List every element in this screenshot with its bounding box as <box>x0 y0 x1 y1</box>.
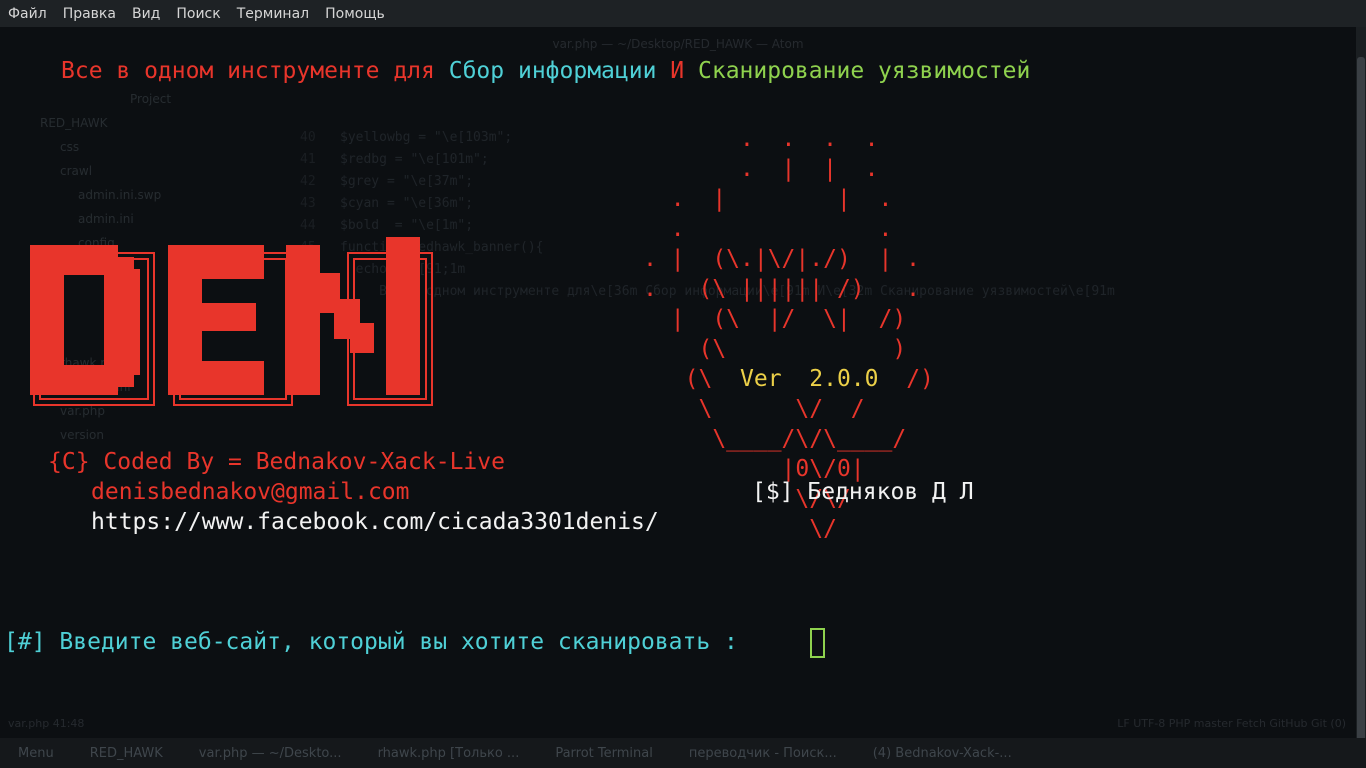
editor-window-title: var.php — ~/Desktop/RED_HAWK — Atom <box>552 37 804 51</box>
ascii-line: . | (\.|\/|./) | . <box>560 246 921 272</box>
tree-item: version <box>60 428 104 442</box>
taskbar-item[interactable]: (4) Bednakov-Xack-... <box>855 746 1030 761</box>
terminal-cursor[interactable] <box>810 628 825 658</box>
status-right: LF UTF-8 PHP master Fetch GitHub Git (0) <box>1117 717 1346 730</box>
taskbar: Menu RED_HAWK var.php — ~/Deskto... rhaw… <box>0 738 1366 768</box>
taskbar-item[interactable]: var.php — ~/Deskto... <box>181 746 360 761</box>
email-text: denisbednakov@gmail.com <box>91 479 410 505</box>
tree-item: admin.ini <box>78 212 134 226</box>
ascii-line: \____/\/\____/ <box>560 426 907 452</box>
taskbar-menu[interactable]: Menu <box>0 746 72 761</box>
ascii-line: . | | . <box>560 156 879 182</box>
terminal-scrollbar[interactable] <box>1356 27 1366 757</box>
banner-header: Все в одном инструменте для Сбор информа… <box>61 58 1031 84</box>
ascii-line: . | | . <box>560 186 893 212</box>
tree-item: css <box>60 140 80 154</box>
taskbar-item[interactable]: RED_HAWK <box>72 746 181 761</box>
scan-prompt: [#] Введите веб-сайт, который вы хотите … <box>4 629 752 655</box>
tree-item: admin.ini.swp <box>78 188 162 202</box>
tree-root: RED_HAWK <box>40 116 108 130</box>
den-logo <box>30 237 433 406</box>
ascii-line: \ \/ / <box>560 396 865 422</box>
author-text: [$] Бедняков Д Л <box>752 479 974 505</box>
taskbar-item[interactable]: Parrot Terminal <box>537 746 671 761</box>
scrollbar-thumb[interactable] <box>1357 57 1365 757</box>
menu-bar: Файл Правка Вид Поиск Терминал Помощь <box>0 0 1366 27</box>
menu-terminal[interactable]: Терминал <box>229 6 317 22</box>
menu-help[interactable]: Помощь <box>317 6 393 22</box>
tree-header: Project <box>130 92 172 106</box>
ascii-line: . . <box>560 216 893 242</box>
menu-view[interactable]: Вид <box>124 6 168 22</box>
ascii-line: (\ Ver 2.0.0 /) <box>560 366 934 392</box>
tree-item: crawl <box>60 164 93 178</box>
ascii-line: | (\ |/ \| /) <box>560 306 907 332</box>
ascii-line: . (\ |||||| /) . <box>560 276 921 302</box>
taskbar-item[interactable]: переводчик - Поиск... <box>671 746 855 761</box>
menu-edit[interactable]: Правка <box>55 6 124 22</box>
version-close <box>879 366 907 392</box>
menu-file[interactable]: Файл <box>0 6 55 22</box>
menu-search[interactable]: Поиск <box>168 6 228 22</box>
credit-line: {C} Coded By = Bednakov-Xack-Live <box>48 449 505 475</box>
url-text: https://www.facebook.com/cicada3301denis… <box>91 509 659 535</box>
taskbar-item[interactable]: rhawk.php [Только ... <box>360 746 538 761</box>
ascii-line: . . . . <box>560 126 879 152</box>
status-file: var.php 41:48 <box>8 717 85 730</box>
ascii-line: (\ ) <box>560 336 907 362</box>
version-label: Ver 2.0.0 <box>740 366 879 392</box>
